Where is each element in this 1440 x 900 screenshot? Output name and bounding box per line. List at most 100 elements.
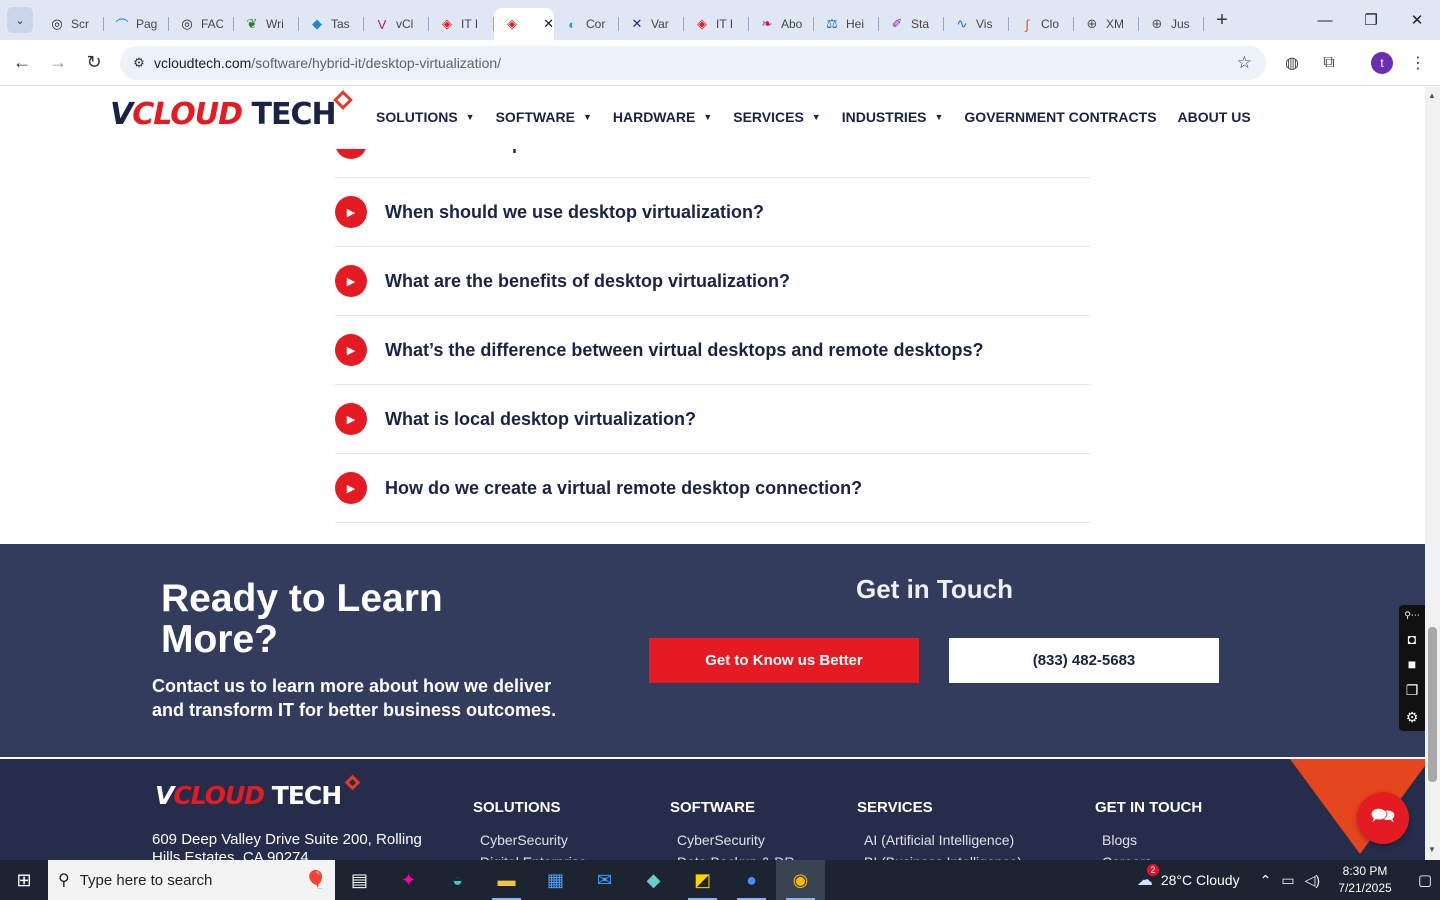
site-info-icon[interactable]: ⚙ bbox=[124, 55, 154, 71]
tab-favicon-icon: ◎ bbox=[181, 16, 193, 31]
taskbar-search[interactable]: ⚲ Type here to search 🎈 bbox=[48, 860, 335, 900]
browser-tab[interactable]: ◎ FAC bbox=[169, 8, 234, 40]
start-button[interactable]: ⊞ bbox=[0, 860, 48, 900]
browser-tab[interactable]: ∫ Clo bbox=[1009, 8, 1074, 40]
weather-text[interactable]: 28°C Cloudy bbox=[1161, 872, 1240, 888]
faq-item[interactable]: ▶ When should we use desktop virtualizati… bbox=[335, 178, 1090, 247]
faq-item[interactable]: ▶ What’s the difference between virtual d… bbox=[335, 316, 1090, 385]
scroll-up-arrow-icon[interactable]: ▲ bbox=[1428, 91, 1436, 100]
browser-tab[interactable]: ✐ Sta bbox=[879, 8, 944, 40]
site-logo[interactable]: VCLOUD TECH bbox=[110, 97, 337, 132]
get-to-know-us-button[interactable]: Get to Know us Better bbox=[649, 638, 919, 683]
browser-tab[interactable]: ◈ ✕ bbox=[494, 8, 554, 40]
browser-tab[interactable]: ◈ IT I bbox=[684, 8, 749, 40]
sticky-notes-button[interactable]: ◩ bbox=[678, 860, 727, 900]
scroll-thumb[interactable] bbox=[1428, 627, 1437, 782]
nav-item[interactable]: ABOUT US bbox=[1178, 109, 1251, 125]
browser-tab[interactable]: ⊕ XM bbox=[1074, 8, 1139, 40]
bookmark-star-icon[interactable]: ☆ bbox=[1237, 53, 1252, 73]
nav-item[interactable]: SOFTWARE ▼ bbox=[496, 109, 592, 125]
recorder-widget: ⚲⋯ ◘ ■ ❐ ⚙ bbox=[1399, 605, 1425, 731]
maximize-button[interactable]: ❐ bbox=[1348, 0, 1394, 40]
extensions-icon[interactable]: ⧉ bbox=[1313, 47, 1345, 79]
app-button[interactable]: ◆ bbox=[629, 860, 678, 900]
volume-icon[interactable]: ◁) bbox=[1305, 872, 1320, 889]
notification-icon[interactable]: ▢ bbox=[1410, 871, 1440, 889]
menu-kebab-icon[interactable]: ⋮ bbox=[1402, 47, 1434, 79]
copy-icon[interactable]: ❐ bbox=[1406, 682, 1419, 699]
nav-item-label: SOFTWARE bbox=[495, 109, 575, 125]
minimize-button[interactable]: — bbox=[1302, 0, 1348, 40]
network-icon[interactable]: ▭ bbox=[1281, 872, 1294, 889]
faq-item[interactable]: ▶ What is local desktop virtualization? bbox=[335, 385, 1090, 454]
settings-gear-icon[interactable]: ⚙ bbox=[1406, 709, 1419, 726]
faq-item[interactable]: ▶ How do we create a virtual remote deskt… bbox=[335, 454, 1090, 523]
browser-tab[interactable]: ❧ Abo bbox=[749, 8, 814, 40]
footer-link[interactable]: CyberSecurity bbox=[480, 832, 568, 848]
scroll-down-arrow-icon[interactable]: ▼ bbox=[1428, 845, 1436, 854]
page-scrollbar[interactable]: ▲ ▼ bbox=[1425, 87, 1440, 860]
nav-item[interactable]: SERVICES ▼ bbox=[733, 109, 820, 125]
nav-item[interactable]: SOLUTIONS ▼ bbox=[376, 109, 475, 125]
footer-link[interactable]: Blogs bbox=[1102, 832, 1137, 848]
store-button[interactable]: ▦ bbox=[531, 860, 580, 900]
close-icon: ✕ bbox=[1410, 12, 1424, 29]
browser-tab[interactable]: ◎ Scr bbox=[39, 8, 104, 40]
close-window-button[interactable]: ✕ bbox=[1394, 0, 1440, 40]
weather-cloud-icon[interactable]: ☁ 2 bbox=[1137, 864, 1159, 890]
browser-tab[interactable]: ⊕ Jus bbox=[1139, 8, 1204, 40]
translate-icon[interactable]: ◍ bbox=[1276, 47, 1308, 79]
phone-button[interactable]: (833) 482-5683 bbox=[949, 638, 1219, 683]
forward-button[interactable]: → bbox=[40, 45, 76, 81]
tab-title: Sta bbox=[911, 17, 930, 31]
chevron-down-icon: ⌄ bbox=[15, 14, 25, 27]
profile-button[interactable]: t bbox=[1366, 47, 1398, 79]
footer-logo[interactable]: VCLOUD TECH bbox=[155, 781, 342, 810]
browser-tab[interactable]: VvCl bbox=[364, 8, 429, 40]
tab-favicon-icon: ⚖ bbox=[826, 16, 838, 31]
reload-button[interactable]: ↻ bbox=[76, 45, 112, 81]
clock[interactable]: 8:30 PM 7/21/2025 bbox=[1330, 863, 1400, 897]
cta-title: Ready to Learn More? bbox=[161, 577, 443, 661]
chat-button[interactable]: 🗪 bbox=[1357, 792, 1409, 844]
browser-tab[interactable]: ∿ Vis bbox=[944, 8, 1009, 40]
browser-tab[interactable]: ❦ Wri bbox=[234, 8, 299, 40]
browser-tab[interactable]: ⚖ Hei bbox=[814, 8, 879, 40]
weather-badge: 2 bbox=[1146, 864, 1159, 876]
copilot-button[interactable]: ✦ bbox=[384, 860, 433, 900]
task-view-button[interactable]: ▤ bbox=[335, 860, 384, 900]
footer-address: 609 Deep Valley Drive Suite 200, Rolling… bbox=[152, 831, 422, 860]
zoom-button[interactable]: ● bbox=[727, 860, 776, 900]
url-text[interactable]: vcloudtech.com/software/hybrid-it/deskto… bbox=[154, 55, 501, 71]
faq-question: What are the benefits of desktop virtual… bbox=[385, 270, 791, 291]
caret-down-icon: ▼ bbox=[582, 112, 592, 122]
footer-link[interactable]: AI (Artificial Intelligence) bbox=[864, 832, 1014, 848]
edge-button[interactable]: ◒ bbox=[433, 860, 482, 900]
browser-tab[interactable]: ⌒ Pag bbox=[104, 8, 169, 40]
faq-item[interactable]: ▶ What are the benefits of desktop virtua… bbox=[335, 247, 1090, 316]
tab-favicon-icon: ◎ bbox=[51, 16, 63, 31]
file-explorer-button[interactable]: ▬ bbox=[482, 860, 531, 900]
mail-button[interactable]: ✉ bbox=[580, 860, 629, 900]
chrome-button[interactable]: ◉ bbox=[776, 860, 825, 900]
tab-search-button[interactable]: ⌄ bbox=[7, 7, 33, 33]
camera-icon[interactable]: ◘ bbox=[1408, 631, 1416, 647]
arrow-right-icon: → bbox=[49, 52, 67, 72]
new-tab-button[interactable]: + bbox=[1208, 6, 1236, 34]
chevron-up-icon[interactable]: ⌃ bbox=[1260, 872, 1272, 889]
browser-tab[interactable]: ◈ IT I bbox=[429, 8, 494, 40]
browser-tab[interactable]: ✕ Var bbox=[619, 8, 684, 40]
video-icon[interactable]: ■ bbox=[1408, 656, 1416, 672]
footer-link[interactable]: CyberSecurity bbox=[677, 832, 765, 848]
browser-tab[interactable]: ◐ Cor bbox=[554, 8, 619, 40]
cta-text: Contact us to learn more about how we de… bbox=[152, 676, 557, 720]
close-tab-icon[interactable]: ✕ bbox=[543, 16, 554, 32]
address-bar[interactable]: ⚙ vcloudtech.com/software/hybrid-it/desk… bbox=[120, 46, 1266, 80]
recorder-link-icon[interactable]: ⚲⋯ bbox=[1404, 610, 1420, 621]
browser-tab[interactable]: ◆ Tas bbox=[299, 8, 364, 40]
nav-item[interactable]: GOVERNMENT CONTRACTS bbox=[964, 109, 1156, 125]
nav-item[interactable]: HARDWARE ▼ bbox=[613, 109, 712, 125]
back-button[interactable]: ← bbox=[4, 45, 40, 81]
nav-item[interactable]: INDUSTRIES ▼ bbox=[842, 109, 944, 125]
tab-title: XM bbox=[1106, 17, 1124, 31]
